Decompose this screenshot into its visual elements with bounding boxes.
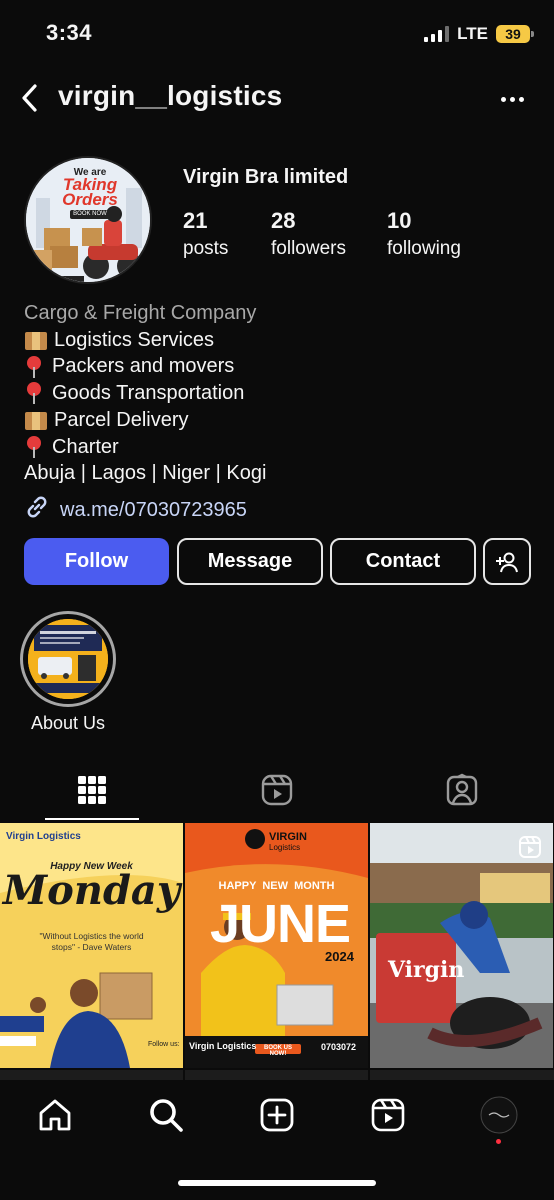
signal-icon (424, 26, 450, 42)
bio-line-text: Charter (52, 435, 119, 458)
tagged-icon[interactable] (427, 770, 497, 810)
post-2-sub: Logistics (269, 843, 301, 852)
following-label: following (387, 238, 461, 259)
profile-username: virgin__logistics (58, 80, 283, 111)
posts-label: posts (183, 238, 229, 259)
follow-button[interactable]: Follow (24, 538, 169, 585)
following-count: 10 (387, 208, 412, 233)
pin-icon (24, 435, 46, 459)
pin-icon (24, 355, 46, 379)
battery-icon: 39 (496, 25, 534, 43)
highlight-about-us[interactable] (20, 611, 116, 707)
reels-icon[interactable] (366, 1093, 410, 1137)
avatar[interactable]: We are Taking Orders BOOK NOW (24, 156, 152, 284)
bio-link[interactable]: wa.me/07030723965 (24, 494, 247, 526)
bio-line: Packers and movers (24, 353, 266, 380)
create-icon[interactable] (255, 1093, 299, 1137)
profile-avatar[interactable] (477, 1093, 521, 1137)
post-1-follow: Follow us: (148, 1041, 180, 1048)
pin-icon (24, 381, 46, 405)
post-2-year: 2024 (325, 949, 354, 964)
notification-dot (496, 1139, 501, 1144)
highlight-label: About Us (30, 713, 106, 733)
bio-line-text: Logistics Services (54, 328, 215, 351)
stat-posts[interactable]: 21 posts (183, 208, 228, 260)
post-3-sign: Virgin (388, 957, 465, 983)
add-user-button[interactable] (483, 538, 531, 585)
post-2-phone: 0703072 (321, 1042, 357, 1052)
stat-following[interactable]: 10 following (387, 208, 461, 260)
post-2-footer: Virgin Logistics (189, 1041, 257, 1051)
post-1-quote: "Without Logistics the world stops" - Da… (39, 931, 144, 952)
bio-line-text: Parcel Delivery (54, 408, 189, 431)
search-icon[interactable] (144, 1093, 188, 1137)
add-user-icon (496, 552, 518, 572)
highlight-thumbnail (28, 619, 108, 699)
chevron-left-icon[interactable] (10, 78, 50, 118)
grid-icon[interactable] (57, 770, 127, 810)
post-2-brand: VIRGIN (269, 831, 307, 843)
home-icon[interactable] (33, 1093, 77, 1137)
reels-badge-icon (518, 835, 542, 864)
package-icon (24, 329, 48, 351)
bio: Cargo & Freight Company Logistics Servic… (24, 300, 266, 487)
display-name: Virgin Bra limited (183, 166, 349, 188)
bio-line-text: Goods Transportation (52, 382, 245, 405)
more-horizontal-icon[interactable] (492, 84, 532, 114)
post-thumbnail-3[interactable]: Virgin (370, 823, 553, 1068)
bio-line-text: Packers and movers (52, 355, 235, 378)
post-2-title: JUNE (209, 894, 351, 954)
post-2-kicker: HAPPY NEW MONTH (218, 880, 335, 892)
link-icon (24, 494, 50, 526)
bio-category: Cargo & Freight Company (24, 302, 257, 324)
avatar-book-button: BOOK NOW (70, 210, 110, 219)
bio-cities: Abuja | Lagos | Niger | Kogi (24, 462, 267, 485)
bio-line: Parcel Delivery (24, 407, 266, 434)
post-thumbnail-1[interactable]: Virgin Logistics Happy New Week Monday "… (0, 823, 183, 1068)
followers-count: 28 (271, 208, 296, 233)
network-label: LTE (457, 24, 488, 43)
tab-indicator (45, 818, 139, 820)
reels-icon[interactable] (242, 770, 312, 810)
status-indicators: LTE 39 (424, 24, 534, 44)
bio-line: Charter (24, 434, 266, 461)
bio-line: Logistics Services (24, 327, 266, 354)
package-icon (24, 409, 48, 431)
post-1-title: Monday (2, 867, 181, 914)
avatar-text-3: Orders (62, 190, 118, 209)
post-1-brand: Virgin Logistics (6, 831, 81, 842)
bio-link-text[interactable]: wa.me/07030723965 (60, 499, 247, 522)
posts-count: 21 (183, 208, 208, 233)
followers-label: followers (271, 238, 346, 259)
stat-followers[interactable]: 28 followers (271, 208, 346, 260)
contact-button[interactable]: Contact (330, 538, 476, 585)
message-button[interactable]: Message (177, 538, 323, 585)
status-time: 3:34 (46, 20, 93, 45)
bio-line: Goods Transportation (24, 380, 266, 407)
post-thumbnail-2[interactable]: VIRGIN Logistics HAPPY NEW MONTH JUNE 20… (185, 823, 368, 1068)
post-2-cta: BOOK US NOW! (263, 1045, 292, 1057)
battery-level: 39 (505, 26, 521, 42)
home-indicator (178, 1180, 376, 1186)
